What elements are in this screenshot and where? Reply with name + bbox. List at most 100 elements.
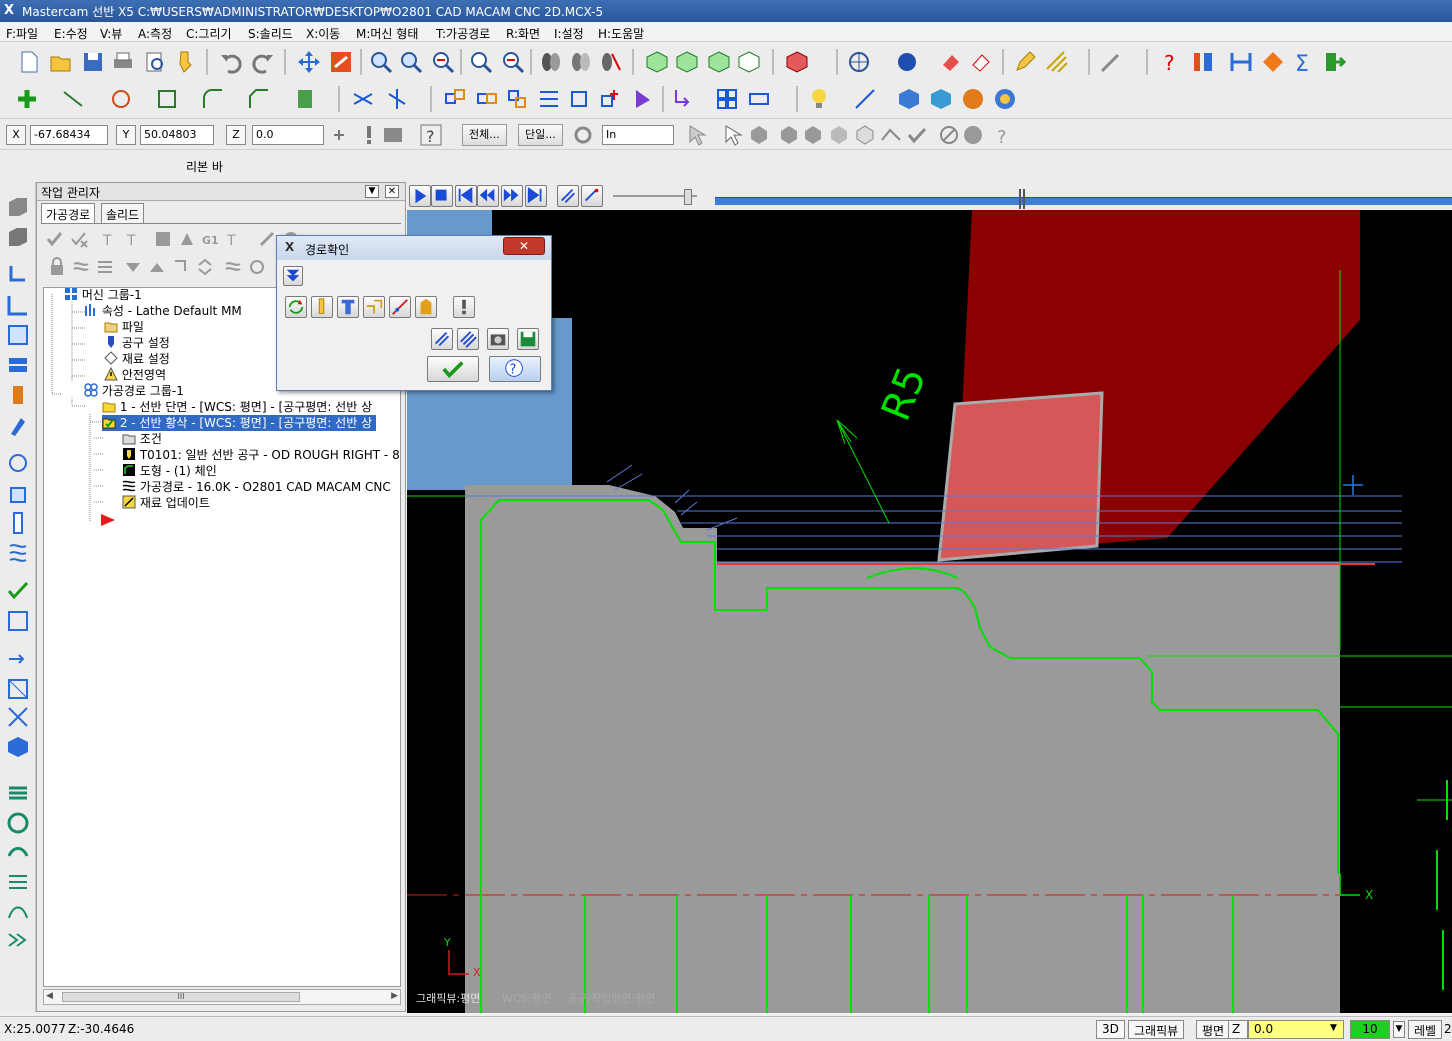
tailstock-icon[interactable] bbox=[5, 510, 31, 536]
help-button[interactable]: ? bbox=[489, 356, 541, 382]
high-speed-icon[interactable]: T bbox=[225, 229, 245, 249]
show-tool-icon[interactable] bbox=[247, 257, 267, 277]
zoom-in-icon[interactable] bbox=[398, 49, 424, 75]
view-iso-icon[interactable] bbox=[644, 49, 670, 75]
tree-operation-1[interactable]: 1 - 선반 단면 - [WCS: 평면] - [공구평면: 선반 상 bbox=[102, 399, 372, 415]
toggle-display-icon[interactable] bbox=[71, 257, 91, 277]
view-front-icon[interactable] bbox=[706, 49, 732, 75]
xform-project-icon[interactable] bbox=[598, 86, 624, 112]
display-rapid-icon[interactable] bbox=[363, 296, 385, 318]
display-endpoints-icon[interactable] bbox=[389, 296, 411, 318]
multi-surface-icon[interactable] bbox=[5, 780, 31, 806]
menu-screen[interactable]: R:화면 bbox=[506, 25, 540, 42]
display-holder-icon[interactable] bbox=[337, 296, 359, 318]
tree-machine-group[interactable]: 머신 그룹-1 bbox=[64, 288, 142, 303]
part-select-icon[interactable] bbox=[878, 122, 904, 148]
menu-create[interactable]: C:그리기 bbox=[186, 25, 232, 42]
verify-select-icon[interactable] bbox=[904, 122, 930, 148]
select-all-button[interactable]: 전체... bbox=[462, 124, 507, 146]
steady-rest-icon[interactable] bbox=[5, 540, 31, 566]
cutoff-toolpath-icon[interactable] bbox=[5, 352, 31, 378]
tree-properties[interactable]: 속성 - Lathe Default MM bbox=[84, 303, 242, 319]
vector-select-icon[interactable] bbox=[826, 122, 852, 148]
surface-scallop-icon[interactable] bbox=[5, 928, 31, 954]
dropdown-icon[interactable]: ▼ bbox=[365, 185, 379, 198]
undo-icon[interactable] bbox=[218, 49, 244, 75]
expand-collapse-icon[interactable] bbox=[195, 257, 215, 277]
tree-geometry[interactable]: 도형 - (1) 체인 bbox=[122, 463, 217, 479]
3d-toggle-button[interactable]: 3D bbox=[1096, 1020, 1125, 1039]
backplot-selected-icon[interactable]: T bbox=[101, 229, 121, 249]
fit-icon[interactable] bbox=[328, 49, 354, 75]
xform-drag-icon[interactable] bbox=[630, 86, 656, 112]
face-toolpath-icon[interactable] bbox=[5, 194, 31, 220]
view-top-icon[interactable] bbox=[674, 49, 700, 75]
collapse-icon[interactable] bbox=[283, 266, 303, 286]
globe-icon[interactable] bbox=[846, 49, 872, 75]
dialog-close-button[interactable]: ✕ bbox=[503, 237, 545, 255]
orange-circle-icon[interactable] bbox=[960, 86, 986, 112]
polygon-select-icon[interactable] bbox=[800, 122, 826, 148]
surface-rough-icon[interactable] bbox=[5, 838, 31, 864]
frame-toolpath-icon[interactable] bbox=[5, 608, 31, 634]
menu-solids[interactable]: S:솔리드 bbox=[248, 25, 293, 42]
print-preview-icon[interactable] bbox=[142, 49, 168, 75]
cylinder-icon[interactable] bbox=[292, 86, 318, 112]
help-question-icon[interactable]: ? bbox=[1158, 49, 1184, 75]
chuck-icon[interactable] bbox=[5, 482, 31, 508]
quick-verify-icon[interactable] bbox=[415, 296, 437, 318]
zoom-out-icon[interactable] bbox=[430, 49, 456, 75]
stretch-icon[interactable] bbox=[746, 86, 772, 112]
exit-icon[interactable] bbox=[1322, 49, 1348, 75]
transfer-icon[interactable] bbox=[5, 646, 31, 672]
menu-file[interactable]: F:파일 bbox=[6, 25, 38, 42]
thread-toolpath-icon[interactable] bbox=[5, 322, 31, 348]
hatch-icon[interactable] bbox=[1044, 49, 1070, 75]
alert-icon[interactable] bbox=[356, 122, 382, 148]
menu-machine-type[interactable]: M:머신 형태 bbox=[356, 25, 418, 42]
level-dropdown-icon[interactable]: ▼ bbox=[1393, 1021, 1405, 1038]
selection-mode-select[interactable]: In bbox=[602, 125, 674, 145]
tree-tool-settings[interactable]: 공구 설정 bbox=[104, 335, 170, 351]
level-button[interactable]: 레벨 bbox=[1408, 1020, 1443, 1039]
graphics-viewport[interactable]: R5 X Y X 그래픽뷰:평면 WCS:평면 공구/작업평면:평면 bbox=[407, 210, 1452, 1013]
new-file-icon[interactable] bbox=[16, 49, 42, 75]
z-depth-dropdown-icon[interactable]: ▼ bbox=[1330, 1023, 1337, 1033]
mastercam-orange-icon[interactable] bbox=[1260, 49, 1286, 75]
xform-scale-icon[interactable] bbox=[536, 86, 562, 112]
zoom-target-icon[interactable] bbox=[468, 49, 494, 75]
tree-files[interactable]: 파일 bbox=[104, 319, 144, 335]
chain-icon[interactable] bbox=[746, 122, 772, 148]
z-coordinate-field[interactable]: 0.0 bbox=[252, 125, 324, 145]
tree-operation-2[interactable]: 2 - 선반 황삭 - [WCS: 평면] - [공구평면: 선반 상 bbox=[102, 415, 377, 431]
lightbulb-icon[interactable] bbox=[806, 86, 832, 112]
select-arrow-icon[interactable] bbox=[684, 122, 710, 148]
surface-flowline-icon[interactable] bbox=[5, 898, 31, 924]
fast-point-icon[interactable] bbox=[330, 122, 356, 148]
stock-compare-icon[interactable] bbox=[928, 86, 954, 112]
plane-button[interactable]: 평면 bbox=[1196, 1020, 1231, 1039]
contour-icon[interactable] bbox=[5, 676, 31, 702]
xform-offset-icon[interactable] bbox=[566, 86, 592, 112]
break-icon[interactable] bbox=[384, 86, 410, 112]
speed-slider-thumb[interactable] bbox=[684, 189, 692, 205]
screenshot-icon[interactable] bbox=[487, 328, 509, 350]
help-pointer-icon[interactable] bbox=[172, 49, 198, 75]
multi-trail-icon[interactable] bbox=[457, 328, 479, 350]
post-selected-icon[interactable] bbox=[177, 229, 197, 249]
line-icon[interactable] bbox=[60, 86, 86, 112]
scroll-left-icon[interactable]: ◀ bbox=[46, 991, 53, 1001]
xform-translate-icon[interactable] bbox=[442, 86, 468, 112]
tool-display-icon[interactable] bbox=[581, 185, 603, 207]
config-icon[interactable] bbox=[380, 122, 406, 148]
finish-toolpath-icon[interactable] bbox=[5, 262, 31, 288]
level-field[interactable]: 10 bbox=[1350, 1020, 1390, 1039]
fast-forward-icon[interactable] bbox=[501, 185, 523, 207]
menu-edit[interactable]: E:수정 bbox=[54, 25, 88, 42]
lock-icon[interactable] bbox=[47, 257, 67, 277]
insert-arrow-marker-icon[interactable] bbox=[100, 513, 116, 527]
delete-ops-icon[interactable] bbox=[257, 229, 277, 249]
y-coordinate-field[interactable]: 50.04803 bbox=[140, 125, 214, 145]
clear-select-icon[interactable] bbox=[936, 122, 962, 148]
surface-finish-icon[interactable] bbox=[5, 810, 31, 836]
